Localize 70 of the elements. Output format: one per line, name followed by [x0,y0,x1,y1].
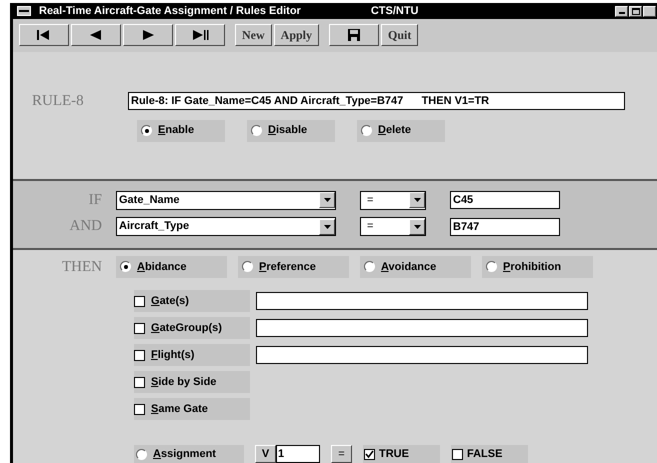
last-record-icon [190,29,210,41]
attribute-dropdown[interactable]: Gate_Name [116,190,336,210]
rule-type-option[interactable]: Preference [238,256,349,278]
save-icon [348,29,360,41]
radio-button[interactable] [486,261,497,272]
target-option[interactable]: GateGroup(s) [134,317,250,339]
checkbox[interactable] [134,350,145,360]
window-subtitle: CTS/NTU [370,4,418,19]
navigation-button[interactable] [175,24,225,46]
minimize-button[interactable] [615,6,628,16]
status-option[interactable]: Enable [137,120,225,142]
target-field[interactable] [256,346,588,364]
dropdown-button[interactable] [319,218,335,235]
target-field[interactable] [256,319,588,337]
caret-icon [414,198,420,202]
checkbox[interactable] [364,448,375,460]
condition-keyword: AND [68,217,103,236]
then-keyword: THEN [61,258,103,276]
window-title: Real-Time Aircraft-Gate Assignment / Rules Editor [39,4,301,19]
navigation-button[interactable] [19,24,69,46]
value-field[interactable]: C45 [450,191,560,210]
rule-type-option[interactable]: Abidance [116,256,227,278]
value-field[interactable]: B747 [450,218,560,236]
assignment-option[interactable]: Assignment [134,445,244,463]
equals-button[interactable]: = [331,445,352,463]
value-option[interactable]: FALSE [451,445,528,463]
operator-dropdown[interactable]: = [360,217,426,236]
operator-dropdown[interactable]: = [360,190,426,210]
target-field[interactable] [256,292,588,310]
status-option[interactable]: Delete [357,120,445,142]
dropdown-button[interactable] [409,192,425,208]
checkbox[interactable] [134,296,145,306]
status-option[interactable]: Disable [247,120,335,142]
radio-button[interactable] [364,261,375,272]
radio-button[interactable] [120,261,131,272]
target-option[interactable]: Flight(s) [134,344,250,366]
navigation-button[interactable] [123,24,173,46]
attribute-dropdown[interactable]: Aircraft_Type [116,217,336,236]
value-option[interactable]: TRUE [363,445,440,463]
rule-text-field[interactable]: Rule-8: IF Gate_Name=C45 AND Aircraft_Type=B747 THEN V1=TR [128,92,625,110]
radio-button[interactable] [136,448,147,460]
condition-keyword: IF [88,190,103,210]
radio-button[interactable] [242,261,253,272]
save-button[interactable] [329,24,380,46]
rule-label: RULE-8 [32,92,85,111]
toolbar-button[interactable]: New [235,24,272,46]
navigation-button[interactable] [71,24,121,46]
variable-button[interactable]: V [255,445,276,463]
toolbar-button[interactable]: Apply [274,24,320,46]
dropdown-button[interactable] [409,218,425,235]
target-option[interactable]: Same Gate [134,398,250,420]
window-menu-icon[interactable] [17,6,31,16]
checkbox[interactable] [134,404,145,414]
target-option[interactable]: Gate(s) [134,290,250,312]
dropdown-button[interactable] [319,192,335,208]
checkbox[interactable] [134,322,145,334]
radio-button[interactable] [361,125,372,136]
target-option[interactable]: Side by Side [134,371,250,393]
rule-type-option[interactable]: Avoidance [360,256,471,278]
caret-icon [324,198,330,202]
variable-index-field[interactable]: 1 [276,445,320,463]
radio-button[interactable] [141,125,152,136]
radio-button[interactable] [251,125,262,136]
toolbar-button[interactable]: Quit [381,24,418,46]
caret-icon [324,224,330,229]
rule-type-option[interactable]: Prohibition [482,256,593,278]
checkbox[interactable] [452,448,463,460]
checkbox[interactable] [134,376,145,388]
caret-icon [414,224,420,229]
maximize-button[interactable] [629,6,642,16]
